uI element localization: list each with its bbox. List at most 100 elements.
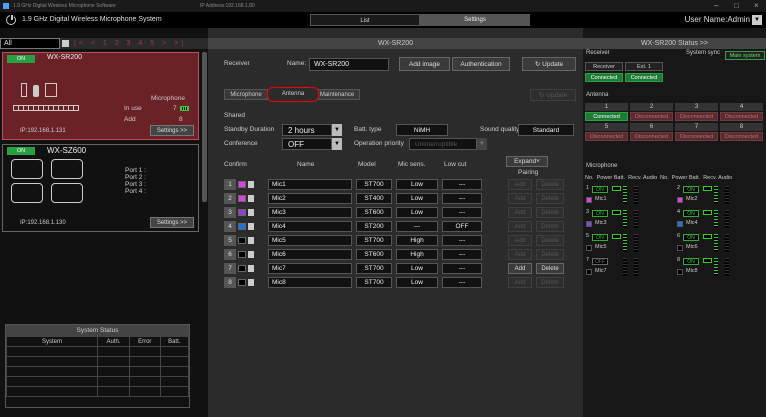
operation-priority-select[interactable]: Uninterruptible: [409, 138, 477, 150]
close-window-button[interactable]: ×: [754, 0, 759, 12]
tab-maintenance[interactable]: Maintenance: [314, 89, 360, 100]
receiver-col-header: Receiver: [585, 62, 623, 71]
mic-sensitivity[interactable]: Low: [396, 207, 438, 218]
filter-dropdown-icon[interactable]: [62, 40, 69, 47]
mic-sensitivity[interactable]: Low: [396, 179, 438, 190]
receiver-card-wx-sr200[interactable]: ON WX-SR200 Microphone In use 7 Add 8 IP…: [2, 52, 199, 140]
mic-sensitivity[interactable]: Low: [396, 277, 438, 288]
mic-color-swatch[interactable]: [238, 279, 246, 286]
receiver-card-wx-sz600[interactable]: ON WX-SZ600 Port 1 : Port 2 : Port 3 : P…: [2, 144, 199, 232]
pairing-delete-button[interactable]: Delete: [536, 207, 564, 218]
user-dropdown-icon[interactable]: ▼: [752, 15, 762, 25]
pairing-delete-button[interactable]: Delete: [536, 179, 564, 190]
color-dropdown-icon[interactable]: [248, 209, 254, 216]
color-dropdown-icon[interactable]: [248, 279, 254, 286]
pairing-add-button[interactable]: Add: [508, 179, 532, 190]
mic-name-field[interactable]: Mic1: [268, 179, 352, 190]
mic-sensitivity[interactable]: High: [396, 235, 438, 246]
standby-duration-select[interactable]: 2 hours: [282, 124, 332, 136]
update-button[interactable]: ↻ Update: [522, 57, 576, 71]
mic-low-cut[interactable]: ---: [442, 277, 482, 288]
mic-low-cut[interactable]: ---: [442, 263, 482, 274]
mic-color-swatch[interactable]: [238, 237, 246, 244]
mic-sensitivity[interactable]: Low: [396, 263, 438, 274]
mic-color-swatch[interactable]: [238, 265, 246, 272]
mic-sensitivity[interactable]: Low: [396, 193, 438, 204]
receiver-list-scrollbar[interactable]: [202, 52, 207, 202]
mic-color-swatch[interactable]: [238, 209, 246, 216]
color-dropdown-icon[interactable]: [248, 181, 254, 188]
receiver-settings-button[interactable]: Settings >>: [150, 217, 194, 228]
mic-number-button[interactable]: 8: [224, 277, 236, 288]
mic-low-cut[interactable]: ---: [442, 235, 482, 246]
pairing-delete-button[interactable]: Delete: [536, 221, 564, 232]
pairing-add-button[interactable]: Add: [508, 235, 532, 246]
power-icon[interactable]: [6, 14, 16, 25]
color-dropdown-icon[interactable]: [248, 265, 254, 272]
mic-sensitivity[interactable]: ---: [396, 221, 438, 232]
mic-sensitivity[interactable]: High: [396, 249, 438, 260]
update-button-disabled[interactable]: ↻ Update: [530, 89, 576, 101]
pairing-add-button[interactable]: Add: [508, 221, 532, 232]
pairing-add-button[interactable]: Add: [508, 193, 532, 204]
pairing-delete-button[interactable]: Delete: [536, 263, 564, 274]
standby-dropdown-icon[interactable]: ▼: [332, 124, 342, 136]
mic-low-cut[interactable]: ---: [442, 249, 482, 260]
mic-low-cut[interactable]: ---: [442, 207, 482, 218]
authentication-button[interactable]: Authentication: [452, 57, 510, 71]
mic-number-button[interactable]: 6: [224, 249, 236, 260]
mic-name-field[interactable]: Mic7: [268, 263, 352, 274]
mic-number-button[interactable]: 4: [224, 221, 236, 232]
mic-status-name: Mic3: [595, 220, 607, 226]
pairing-add-button[interactable]: Add: [508, 207, 532, 218]
mic-name-field[interactable]: Mic3: [268, 207, 352, 218]
minimize-button[interactable]: –: [714, 0, 718, 12]
mic-color-swatch[interactable]: [238, 223, 246, 230]
maximize-button[interactable]: □: [734, 0, 739, 12]
mic-name-field[interactable]: Mic4: [268, 221, 352, 232]
mic-low-cut[interactable]: ---: [442, 193, 482, 204]
expand-button[interactable]: Expand˅: [506, 156, 548, 167]
conference-dropdown-icon[interactable]: ▼: [332, 138, 342, 150]
mic-name-field[interactable]: Mic8: [268, 277, 352, 288]
mic-low-cut[interactable]: ---: [442, 179, 482, 190]
tab-microphone[interactable]: Microphone: [224, 89, 268, 100]
tab-antenna[interactable]: Antenna: [267, 87, 319, 102]
pairing-delete-button[interactable]: Delete: [536, 235, 564, 246]
mic-color-swatch[interactable]: [238, 181, 246, 188]
mic-name-field[interactable]: Mic5: [268, 235, 352, 246]
pairing-add-button[interactable]: Add: [508, 263, 532, 274]
priority-dropdown-icon[interactable]: ▼: [477, 138, 487, 150]
microphone-status-label: Microphone: [586, 163, 618, 169]
status-header[interactable]: WX-SR200 Status >>: [583, 38, 766, 49]
pairing-add-button[interactable]: Add: [508, 277, 532, 288]
color-dropdown-icon[interactable]: [248, 237, 254, 244]
mic-power-badge: ON: [683, 258, 699, 265]
mic-low-cut[interactable]: OFF: [442, 221, 482, 232]
color-dropdown-icon[interactable]: [248, 223, 254, 230]
color-dropdown-icon[interactable]: [248, 251, 254, 258]
mic-number-button[interactable]: 7: [224, 263, 236, 274]
port-4-label: Port 4 :: [125, 188, 146, 195]
mic-number-button[interactable]: 5: [224, 235, 236, 246]
add-image-button[interactable]: Add image: [399, 57, 450, 71]
pairing-add-button[interactable]: Add: [508, 249, 532, 260]
receiver-name-field[interactable]: WX-SR200: [309, 58, 389, 71]
pairing-delete-button[interactable]: Delete: [536, 249, 564, 260]
mic-name-field[interactable]: Mic6: [268, 249, 352, 260]
mic-name-field[interactable]: Mic2: [268, 193, 352, 204]
pairing-delete-button[interactable]: Delete: [536, 193, 564, 204]
pairing-delete-button[interactable]: Delete: [536, 277, 564, 288]
pager[interactable]: |< < 1 2 3 4 5 > >|: [74, 38, 186, 49]
mic-number-button[interactable]: 3: [224, 207, 236, 218]
mic-number-button[interactable]: 2: [224, 193, 236, 204]
mic-color-swatch[interactable]: [238, 251, 246, 258]
tab-list[interactable]: List: [310, 14, 420, 26]
tab-settings[interactable]: Settings: [420, 14, 530, 26]
conference-select[interactable]: OFF: [282, 138, 332, 150]
receiver-filter-select[interactable]: All: [0, 38, 60, 49]
receiver-settings-button[interactable]: Settings >>: [150, 125, 194, 136]
color-dropdown-icon[interactable]: [248, 195, 254, 202]
mic-number-button[interactable]: 1: [224, 179, 236, 190]
mic-color-swatch[interactable]: [238, 195, 246, 202]
